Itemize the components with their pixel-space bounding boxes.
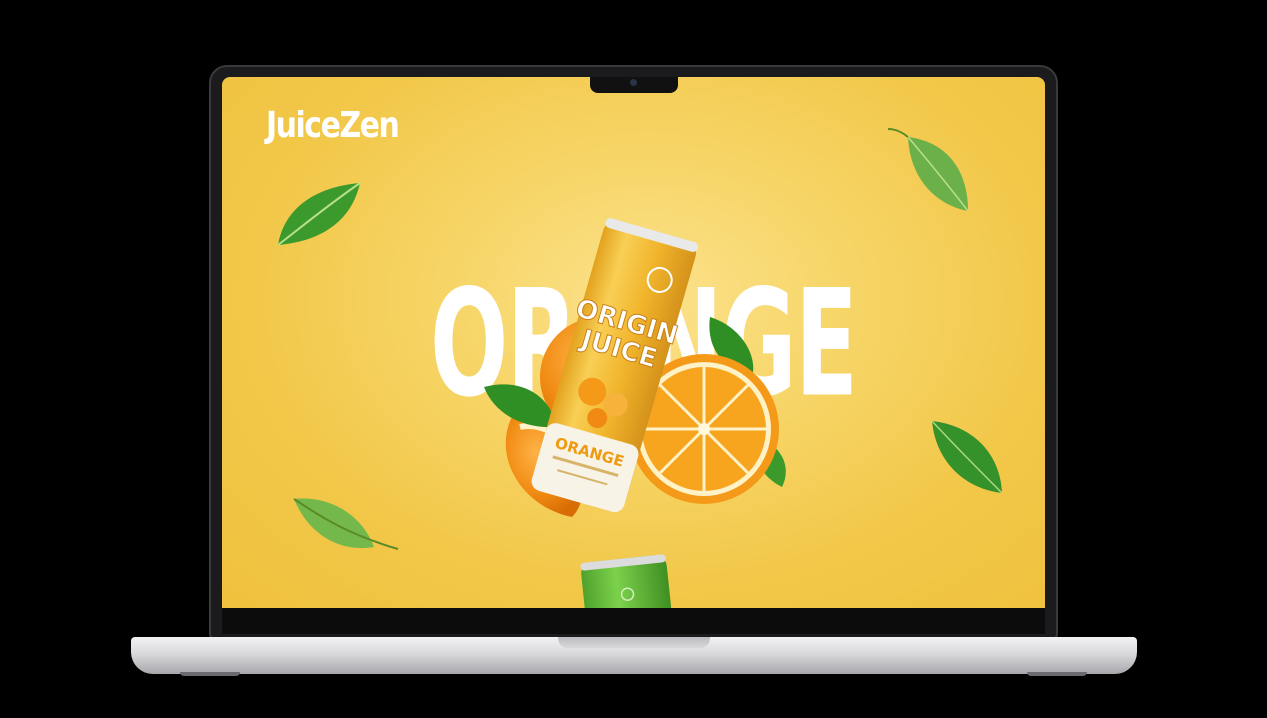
- laptop-opening-notch: [558, 637, 710, 648]
- leaf-icon: [887, 128, 969, 212]
- can-flavor-label: ORANGE: [553, 434, 626, 471]
- camera-icon: [630, 79, 637, 86]
- device-stage: JuiceZen ORANGE ORIGIN JUICE ORANGE: [0, 0, 1267, 718]
- screen-bezel-bottom: [222, 608, 1045, 634]
- brand-logo[interactable]: JuiceZen: [266, 105, 400, 146]
- laptop-foot: [1027, 672, 1087, 676]
- leaf-icon: [293, 498, 399, 550]
- laptop-foot: [180, 672, 240, 676]
- leaf-icon: [931, 420, 1003, 494]
- hero-title: ORANGE: [430, 257, 858, 430]
- website-screen: JuiceZen ORANGE ORIGIN JUICE ORANGE: [222, 77, 1045, 608]
- leaf-icon: [277, 182, 361, 246]
